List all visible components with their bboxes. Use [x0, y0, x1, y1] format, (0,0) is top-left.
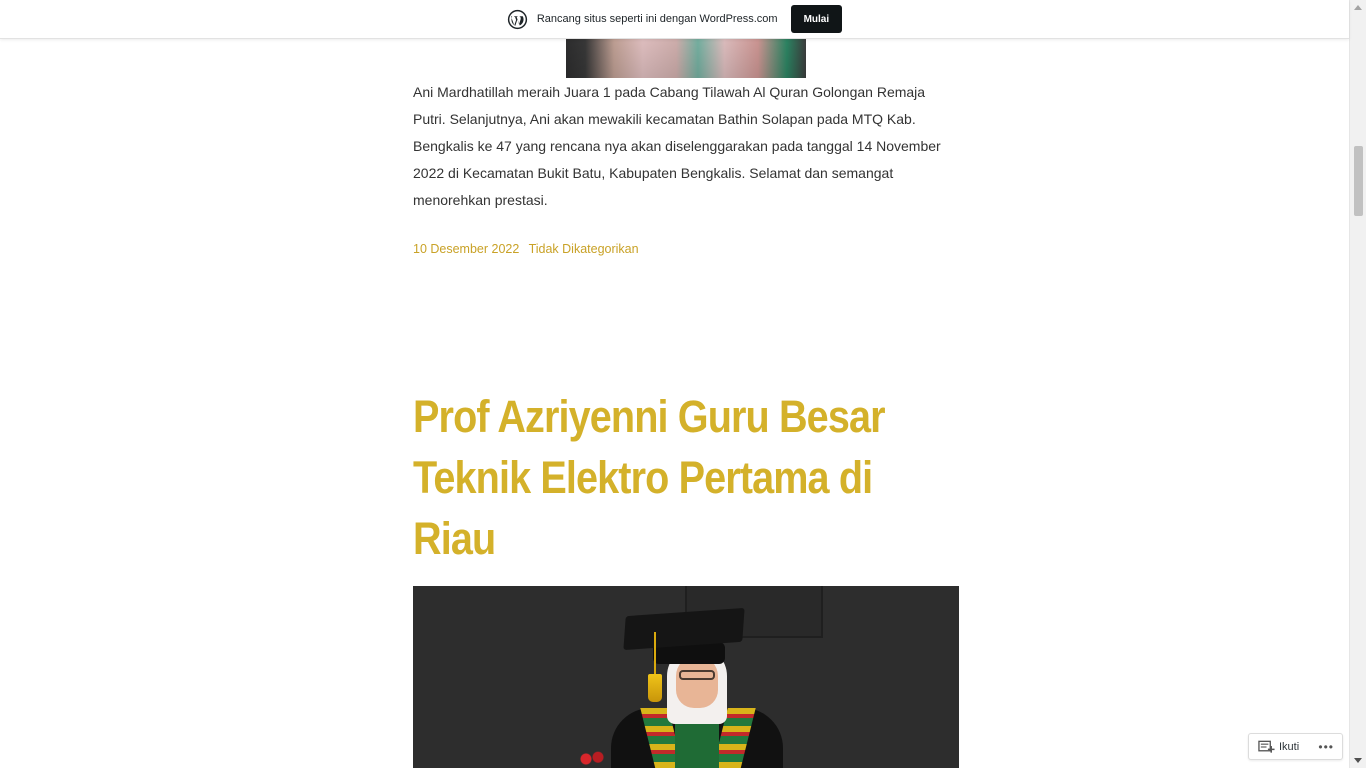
post-title[interactable]: Prof Azriyenni Guru Besar Teknik Elektro… [413, 386, 906, 569]
post-category-link[interactable]: Tidak Dikategorikan [529, 242, 639, 256]
flowers [577, 750, 607, 768]
featured-image[interactable] [413, 586, 959, 768]
wordpress-logo-icon[interactable] [507, 9, 528, 30]
mortarboard-cap [623, 607, 745, 651]
wordpress-banner: Rancang situs seperti ini dengan WordPre… [0, 0, 1349, 39]
banner-text: Rancang situs seperti ini dengan WordPre… [536, 13, 778, 25]
scroll-thumb[interactable] [1354, 146, 1363, 216]
article-body: Ani Mardhatillah meraih Juara 1 pada Cab… [413, 84, 941, 208]
image-shade [566, 39, 806, 78]
follow-button[interactable]: Ikuti [1279, 741, 1299, 753]
scroll-up-icon[interactable] [1354, 5, 1362, 10]
tassel [648, 674, 662, 702]
tassel-string [654, 632, 656, 680]
more-options-icon[interactable]: ••• [1318, 740, 1334, 754]
reader-follow-icon[interactable] [1258, 740, 1275, 754]
vertical-scrollbar[interactable] [1349, 0, 1366, 768]
scroll-down-icon[interactable] [1354, 758, 1362, 763]
follow-widget: Ikuti ••• [1248, 733, 1343, 760]
previous-post-image [566, 39, 806, 78]
post-date-link[interactable]: 10 Desember 2022 [413, 242, 519, 256]
post-meta: 10 Desember 2022 Tidak Dikategorikan [413, 242, 645, 256]
glasses [679, 670, 715, 680]
start-button[interactable]: Mulai [790, 5, 843, 33]
